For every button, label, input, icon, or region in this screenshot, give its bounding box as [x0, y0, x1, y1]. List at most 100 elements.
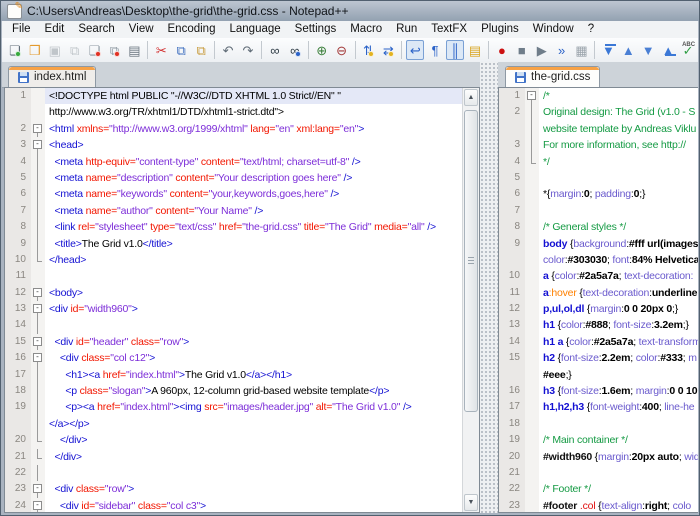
paste-button[interactable]: ⧉ [192, 40, 210, 60]
line-number[interactable]: 15 [5, 334, 31, 350]
code-line[interactable]: 9 <title>The Grid v1.0</title> [5, 236, 462, 252]
code-line[interactable]: 15- <div id="header" class="row"> [5, 334, 462, 350]
line-number[interactable]: 19 [499, 432, 525, 448]
fold-collapse-icon[interactable]: - [31, 498, 45, 513]
save-all-button[interactable]: ⧉ [66, 40, 84, 60]
sync-vertical-scroll-button[interactable]: ⇅ [360, 40, 378, 60]
line-number[interactable]: 14 [499, 334, 525, 350]
menu-item-search[interactable]: Search [71, 21, 121, 38]
line-number[interactable]: 10 [5, 252, 31, 268]
code-line[interactable]: 17h1,h2,h3 {font-weight:400; line-he [499, 399, 698, 415]
zoom-in-button[interactable]: ⊕ [313, 40, 331, 60]
menu-item-edit[interactable]: Edit [38, 21, 72, 38]
run-macro-multiple-button[interactable]: » [553, 40, 571, 60]
close-file-button[interactable]: ❏ [86, 40, 104, 60]
line-number[interactable]: 13 [499, 317, 525, 333]
line-number[interactable]: 15 [499, 350, 525, 366]
menu-item-[interactable]: ? [581, 21, 601, 38]
code-line[interactable]: 4*/ [499, 154, 698, 170]
code-line[interactable]: http://www.w3.org/TR/xhtml1/DTD/xhtml1-s… [5, 104, 462, 120]
code-line[interactable]: 8/* General styles */ [499, 219, 698, 235]
line-number[interactable]: 20 [5, 432, 31, 448]
line-number[interactable]: 23 [5, 481, 31, 497]
line-number[interactable]: 6 [499, 186, 525, 202]
line-number[interactable]: 17 [499, 399, 525, 415]
line-number[interactable]: 9 [5, 236, 31, 252]
code-line[interactable]: 14h1 a {color:#2a5a7a; text-transform [499, 334, 698, 350]
tab-the-grid-css[interactable]: the-grid.css [505, 66, 600, 87]
code-line[interactable]: 22/* Footer */ [499, 481, 698, 497]
line-number[interactable]: 11 [499, 285, 525, 301]
record-macro-button[interactable]: ● [493, 40, 511, 60]
line-number[interactable]: 14 [5, 317, 31, 333]
menu-item-macro[interactable]: Macro [343, 21, 389, 38]
new-file-button[interactable]: ❏ [6, 40, 24, 60]
goto-previous-button[interactable]: ▲ [619, 40, 637, 60]
word-wrap-button[interactable]: ↩ [406, 40, 424, 60]
save-file-button[interactable]: ▣ [46, 40, 64, 60]
line-number[interactable]: 9 [499, 236, 525, 252]
menu-item-textfx[interactable]: TextFX [424, 21, 474, 38]
menu-item-language[interactable]: Language [222, 21, 287, 38]
code-line[interactable]: 18 [499, 416, 698, 432]
scroll-up-icon[interactable]: ▲ [464, 89, 478, 106]
code-line[interactable]: color:#303030; font:84% Helvetica [499, 252, 698, 268]
code-line[interactable]: 11a:hover {text-decoration:underline [499, 285, 698, 301]
scrollbar-thumb[interactable] [464, 110, 478, 412]
code-line[interactable]: 5 <meta name="description" content="Your… [5, 170, 462, 186]
line-number[interactable] [499, 252, 525, 268]
code-line[interactable]: 1-/* [499, 88, 698, 104]
fold-collapse-icon[interactable]: - [31, 121, 45, 137]
line-number[interactable]: 8 [5, 219, 31, 235]
code-line[interactable]: 16- <div class="col c12"> [5, 350, 462, 366]
line-number[interactable]: 20 [499, 449, 525, 465]
code-line[interactable]: 7 [499, 203, 698, 219]
line-number[interactable]: 12 [5, 285, 31, 301]
line-number[interactable]: 18 [5, 383, 31, 399]
code-line[interactable]: 10</head> [5, 252, 462, 268]
line-number[interactable]: 7 [499, 203, 525, 219]
line-number[interactable]: 22 [5, 465, 31, 481]
line-number[interactable]: 2 [5, 121, 31, 137]
sync-horizontal-scroll-button[interactable]: ⇄ [379, 40, 397, 60]
play-macro-button[interactable]: ▶ [533, 40, 551, 60]
line-number[interactable]: 1 [5, 88, 31, 104]
menu-item-encoding[interactable]: Encoding [161, 21, 223, 38]
code-line[interactable]: 12-<body> [5, 285, 462, 301]
code-line[interactable]: #eee;} [499, 367, 698, 383]
line-number[interactable]: 5 [499, 170, 525, 186]
goto-first-button[interactable]: ▼ [599, 40, 617, 60]
fold-collapse-icon[interactable]: - [31, 481, 45, 497]
code-line[interactable]: 6 <meta name="keywords" content="your,ke… [5, 186, 462, 202]
code-line[interactable]: 14 [5, 317, 462, 333]
undo-button[interactable]: ↶ [219, 40, 237, 60]
code-line[interactable]: 7 <meta name="author" content="Your Name… [5, 203, 462, 219]
code-line[interactable]: 1<!DOCTYPE html PUBLIC "-//W3C//DTD XHTM… [5, 88, 462, 104]
line-number[interactable]: 3 [499, 137, 525, 153]
code-line[interactable]: 23#footer .col {text-align:right; colo [499, 498, 698, 513]
code-line[interactable]: 19/* Main container */ [499, 432, 698, 448]
code-line[interactable]: 2Original design: The Grid (v1.0 - S [499, 104, 698, 120]
menu-item-plugins[interactable]: Plugins [474, 21, 526, 38]
line-number[interactable]: 1 [499, 88, 525, 104]
scroll-down-icon[interactable]: ▼ [464, 494, 478, 511]
app-icon[interactable] [7, 4, 22, 19]
open-file-button[interactable]: ❒ [26, 40, 44, 60]
code-line[interactable]: 9body {background:#fff url(images [499, 236, 698, 252]
code-line[interactable]: 4 <meta http-equiv="content-type" conten… [5, 154, 462, 170]
code-line[interactable]: 23- <div class="row"> [5, 481, 462, 497]
code-line[interactable]: 18 <p class="slogan">A 960px, 12-column … [5, 383, 462, 399]
menu-item-view[interactable]: View [122, 21, 161, 38]
menu-item-run[interactable]: Run [389, 21, 424, 38]
find-button[interactable]: ∞ [266, 40, 284, 60]
menu-item-window[interactable]: Window [526, 21, 581, 38]
line-number[interactable]: 10 [499, 268, 525, 284]
code-line[interactable]: 8 <link rel="stylesheet" type="text/css"… [5, 219, 462, 235]
fold-collapse-icon[interactable]: - [31, 137, 45, 153]
code-line[interactable]: 21 [499, 465, 698, 481]
code-line[interactable]: 3-<head> [5, 137, 462, 153]
fold-collapse-icon[interactable]: - [31, 301, 45, 317]
code-area-index-html[interactable]: 1<!DOCTYPE html PUBLIC "-//W3C//DTD XHTM… [5, 88, 462, 512]
code-line[interactable]: 17 <h1><a href="index.html">The Grid v1.… [5, 367, 462, 383]
line-number[interactable]: 3 [5, 137, 31, 153]
